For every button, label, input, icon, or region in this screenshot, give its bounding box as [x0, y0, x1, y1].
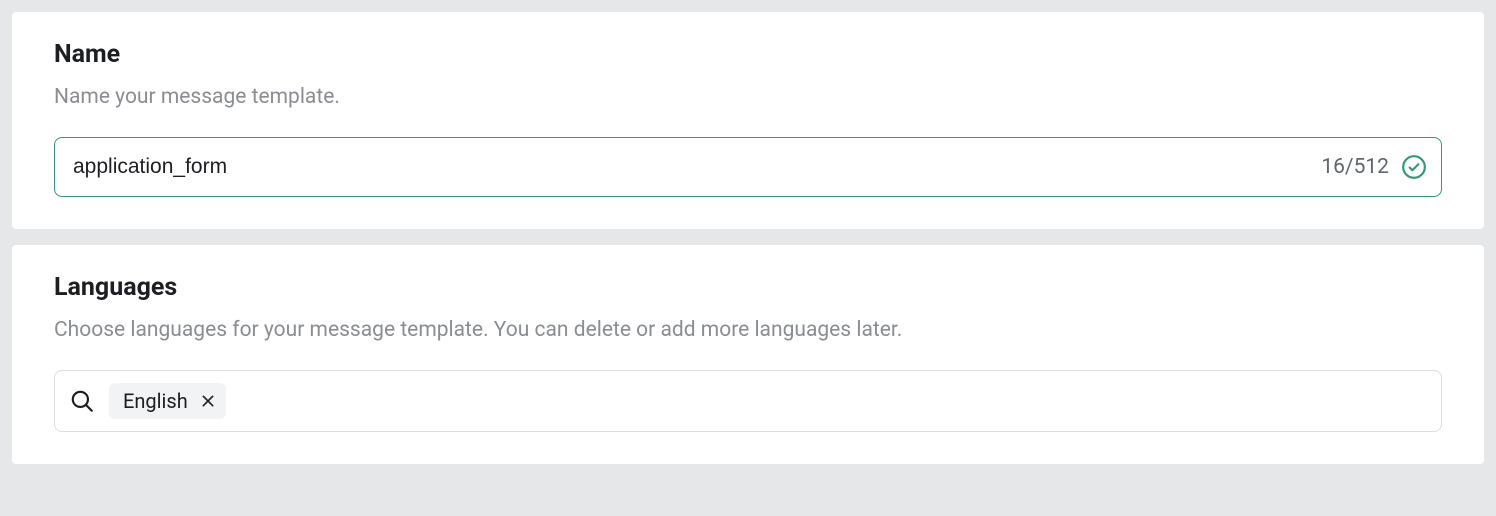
name-input-container[interactable]: 16/512	[54, 137, 1442, 197]
languages-subtitle: Choose languages for your message templa…	[54, 318, 1442, 342]
languages-search-input[interactable]	[234, 371, 1429, 431]
character-counter: 16/512	[1321, 155, 1389, 179]
languages-input-container[interactable]: English	[54, 370, 1442, 432]
name-card: Name Name your message template. 16/512	[12, 12, 1484, 229]
search-icon	[69, 388, 95, 414]
languages-title: Languages	[54, 273, 1442, 302]
language-chip: English	[109, 383, 226, 419]
template-name-input[interactable]	[73, 138, 1321, 196]
remove-language-button[interactable]	[200, 393, 216, 409]
languages-card: Languages Choose languages for your mess…	[12, 245, 1484, 464]
name-title: Name	[54, 40, 1442, 69]
checkmark-circle-icon	[1401, 154, 1427, 180]
language-chip-label: English	[123, 389, 188, 413]
name-subtitle: Name your message template.	[54, 85, 1442, 109]
